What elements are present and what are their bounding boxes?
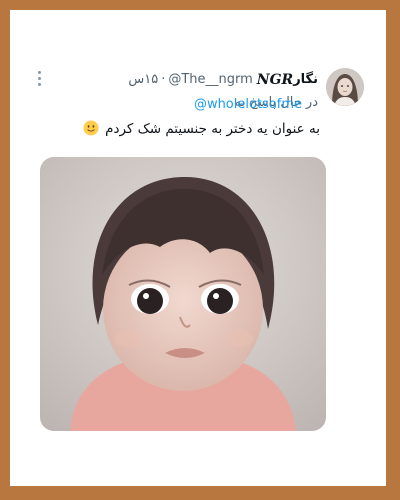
timestamp[interactable]: ۱۵س [128, 70, 158, 90]
tweet-media-image[interactable] [40, 157, 326, 431]
avatar[interactable] [326, 68, 364, 106]
separator: · [161, 72, 166, 87]
user-handle[interactable]: @The__ngrm [168, 70, 252, 90]
tweet-text-row: به عنوان یه دختر به جنسیتم شک کردم [83, 118, 320, 140]
display-name[interactable]: نگار [293, 70, 318, 90]
more-options-icon[interactable] [36, 71, 42, 89]
tweet-header: نگار NGR @The__ngrm · ۱۵س [128, 70, 318, 90]
tweet[interactable]: نگار NGR @The__ngrm · ۱۵س در حال پاسخ به… [10, 10, 386, 486]
slightly-smiling-face-icon [83, 120, 99, 136]
display-name-latin[interactable]: NGR [257, 70, 293, 90]
photo-frame: نگار NGR @The__ngrm · ۱۵س در حال پاسخ به… [0, 0, 400, 500]
reply-to-mention[interactable]: @wholelotsofme [194, 96, 302, 114]
tweet-card: نگار NGR @The__ngrm · ۱۵س در حال پاسخ به… [10, 10, 386, 486]
tweet-text: به عنوان یه دختر به جنسیتم شک کردم [105, 121, 320, 137]
